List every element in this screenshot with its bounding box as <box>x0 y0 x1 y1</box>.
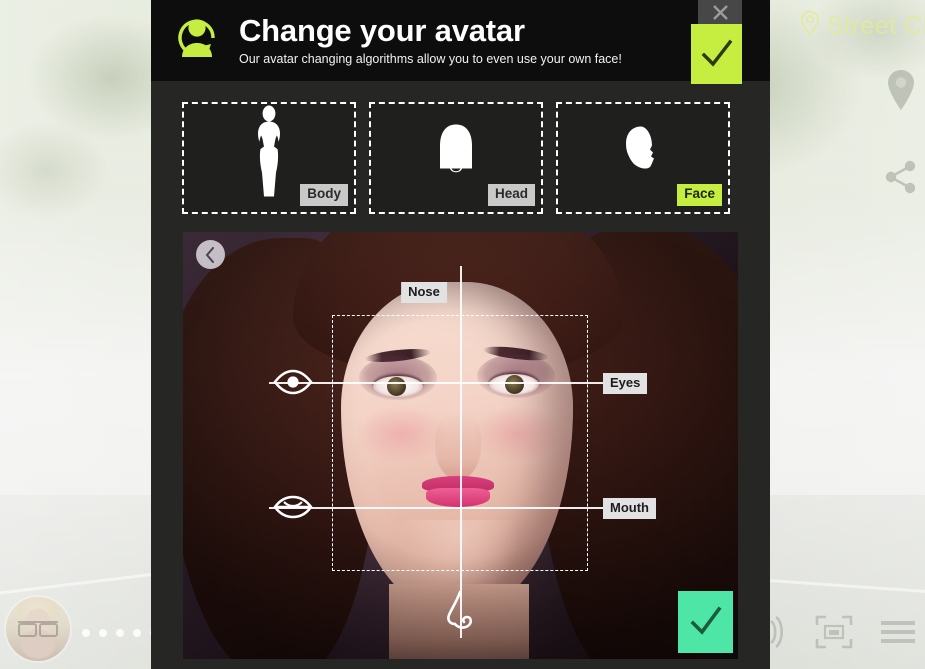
back-button[interactable] <box>196 240 225 269</box>
map-pin-icon[interactable] <box>884 68 918 117</box>
fullscreen-capture-icon[interactable] <box>815 615 853 654</box>
category-label-head: Head <box>487 184 535 206</box>
hotspot-label-mouth[interactable]: Mouth <box>603 498 656 520</box>
checkmark-icon <box>701 39 732 67</box>
avatar[interactable] <box>6 597 70 661</box>
nose-icon[interactable] <box>445 590 481 645</box>
apply-face-button[interactable] <box>678 591 733 653</box>
hotspot-label-nose[interactable]: Nose <box>401 282 447 304</box>
menu-lines-icon[interactable] <box>881 618 915 651</box>
eye-icon[interactable] <box>273 369 313 400</box>
pagination-dot[interactable] <box>133 629 141 637</box>
background-right-toolbar <box>883 68 919 200</box>
face-profile-icon <box>623 124 663 183</box>
pagination-dot[interactable] <box>116 629 124 637</box>
avatar-glasses <box>18 621 58 637</box>
category-tile-body[interactable]: Body <box>182 102 356 214</box>
body-silhouette-icon <box>247 104 291 203</box>
category-label-body: Body <box>300 184 348 206</box>
face-selection-box[interactable] <box>332 315 588 571</box>
pagination-dot[interactable] <box>99 629 107 637</box>
page-title: Change your avatar <box>239 13 525 49</box>
hotspot-label-eyes[interactable]: Eyes <box>603 373 648 395</box>
avatar-refresh-icon <box>173 12 225 69</box>
modal-header-text: Change your avatar Our avatar changing a… <box>239 15 622 66</box>
chevron-left-icon <box>205 246 214 263</box>
lips-icon[interactable] <box>273 494 313 525</box>
category-tile-face[interactable]: Face <box>556 102 730 214</box>
category-label-face: Face <box>677 184 722 206</box>
close-icon <box>712 4 728 20</box>
head-hair-icon <box>432 121 480 186</box>
app-root: Street Cha <box>0 0 925 669</box>
category-tile-head[interactable]: Head <box>369 102 543 214</box>
checkmark-icon <box>689 606 722 635</box>
category-tiles: Body Head Face <box>151 81 770 214</box>
share-icon[interactable] <box>883 159 919 200</box>
change-avatar-modal: Change your avatar Our avatar changing a… <box>151 0 770 669</box>
map-pin-icon <box>800 10 820 43</box>
background-app-title-text: Street Cha <box>827 12 925 40</box>
modal-header: Change your avatar Our avatar changing a… <box>151 0 770 84</box>
face-editor-panel: Nose Eyes Mouth <box>183 232 738 659</box>
pagination-dot[interactable] <box>82 629 90 637</box>
close-button[interactable] <box>698 0 742 24</box>
page-subtitle: Our avatar changing algorithms allow you… <box>239 51 622 66</box>
confirm-avatar-button[interactable] <box>691 24 742 84</box>
background-app-title: Street Cha <box>800 10 925 43</box>
